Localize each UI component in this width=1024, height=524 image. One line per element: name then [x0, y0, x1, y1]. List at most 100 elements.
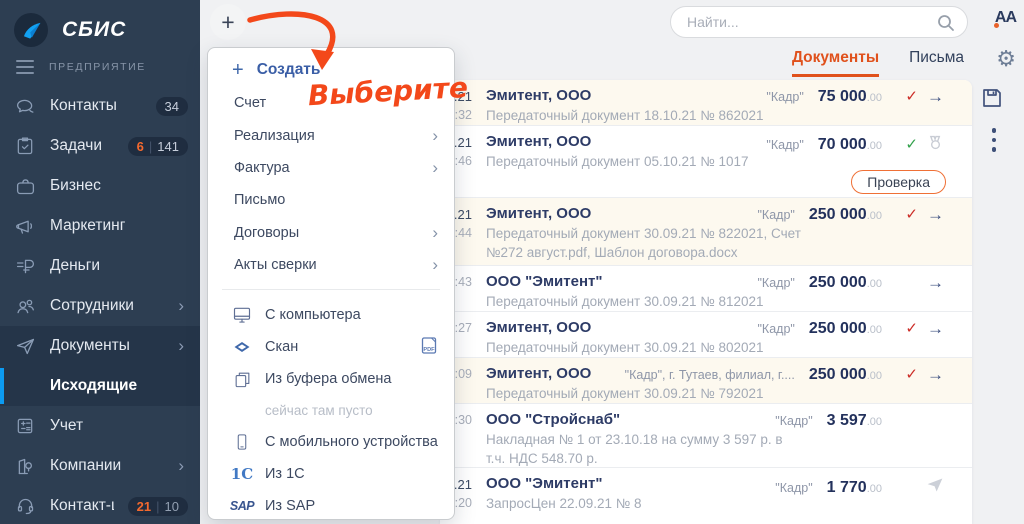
company-name: ООО "Эмитент"	[486, 273, 602, 290]
our-org-label: "Кадр"	[758, 208, 795, 222]
menu-item-from-sap[interactable]: SAP Из SAP	[208, 490, 454, 520]
amount: 75 000.00	[818, 88, 882, 106]
sidebar-item-money[interactable]: Деньги	[0, 246, 200, 286]
megaphone-icon	[14, 215, 36, 237]
company-name: Эмитент, ООО	[486, 365, 591, 382]
menu-item-letter[interactable]: Письмо	[208, 184, 454, 216]
settings-gear-icon[interactable]: ⚙	[996, 48, 1016, 70]
submenu-chevron-icon: ›	[432, 158, 438, 178]
menu-item-from-clipboard[interactable]: Из буфера обмена	[208, 363, 454, 395]
create-plus-button[interactable]: +	[210, 4, 246, 40]
menu-item-contracts[interactable]: Договоры›	[208, 217, 454, 249]
sidebar-item-contacts[interactable]: Контакты 34	[0, 86, 200, 126]
sbis-bird-icon	[14, 13, 48, 47]
sidebar-item-contact-center[interactable]: Контакт-цен 21|10	[0, 486, 200, 524]
document-row[interactable]: .21:46 Эмитент, ОООПередаточный документ…	[440, 126, 972, 198]
sidebar-item-marketing[interactable]: Маркетинг	[0, 206, 200, 246]
amount: 250 000.00	[809, 366, 882, 384]
money-icon	[14, 255, 36, 277]
open-arrow-icon[interactable]: →	[927, 207, 944, 223]
headset-icon	[14, 495, 36, 517]
submenu-chevron-icon: ›	[432, 223, 438, 243]
open-arrow-icon[interactable]: →	[927, 367, 944, 383]
app-logo[interactable]: СБИС	[0, 0, 200, 52]
open-arrow-icon[interactable]: →	[927, 275, 944, 291]
document-row[interactable]: :09 Эмитент, ОООПередаточный документ 30…	[440, 358, 972, 404]
search-input[interactable]	[685, 13, 931, 31]
sidebar-item-employees[interactable]: Сотрудники ›	[0, 286, 200, 326]
medal-icon	[927, 134, 944, 156]
document-row[interactable]: :27 Эмитент, ОООПередаточный документ 30…	[440, 312, 972, 358]
svg-text:PDF: PDF	[423, 347, 435, 353]
sidebar-item-accounting[interactable]: Учет	[0, 406, 200, 446]
document-description: Передаточный документ 30.09.21 № 802021	[486, 338, 804, 357]
scanner-icon	[230, 337, 254, 357]
document-row[interactable]: .21:32 Эмитент, ОООПередаточный документ…	[440, 80, 972, 126]
save-icon[interactable]	[980, 86, 1004, 115]
menu-item-invoice[interactable]: Счет	[208, 87, 454, 119]
document-description: ЗапросЦен 22.09.21 № 8	[486, 494, 804, 513]
sidebar-item-label: Учет	[50, 417, 188, 435]
sidebar-item-tasks[interactable]: Задачи 6|141	[0, 126, 200, 166]
menu-item-scan[interactable]: Скан PDF	[208, 331, 454, 363]
1c-logo-icon: 1С	[230, 465, 254, 483]
our-org-label: "Кадр"	[766, 90, 803, 104]
sidebar-item-label: Деньги	[50, 257, 188, 275]
sidebar-item-label: Исходящие	[50, 377, 188, 395]
our-org-label: "Кадр"	[775, 414, 812, 428]
menu-item-from-computer[interactable]: С компьютера	[208, 298, 454, 330]
hamburger-menu-icon[interactable]	[16, 60, 34, 74]
sidebar-item-companies[interactable]: Компании ›	[0, 446, 200, 486]
app-window: СБИС ПРЕДПРИЯТИЕ Контакты 34 Задачи 6|14…	[0, 0, 1024, 524]
check-red-icon: ✓	[905, 367, 918, 383]
document-description: Передаточный документ 30.09.21 № 792021	[486, 384, 804, 403]
amount: 250 000.00	[809, 206, 882, 224]
menu-item-realization[interactable]: Реализация›	[208, 119, 454, 151]
sidebar-item-label: Контакты	[50, 97, 142, 115]
open-arrow-icon[interactable]: →	[927, 321, 944, 337]
sidebar-item-documents[interactable]: Документы ›	[0, 326, 200, 366]
company-name: Эмитент, ООО	[486, 319, 591, 336]
contact-center-count-badge: 21|10	[128, 497, 188, 516]
sidebar-item-outgoing[interactable]: Исходящие	[0, 366, 200, 406]
menu-item-factura[interactable]: Фактура›	[208, 152, 454, 184]
document-description: Накладная № 1 от 23.10.18 на сумму 3 597…	[486, 430, 786, 468]
tasks-count-badge: 6|141	[128, 137, 188, 156]
chevron-right-icon: ›	[178, 336, 184, 356]
document-row[interactable]: :30 ООО "Стройснаб"Накладная № 1 от 23.1…	[440, 404, 972, 468]
menu-item-from-1c[interactable]: 1С Из 1С	[208, 458, 454, 490]
check-green-icon: ✓	[905, 137, 918, 153]
amount: 3 597.00	[827, 412, 882, 430]
menu-header-create[interactable]: + Создать	[208, 48, 454, 87]
document-row[interactable]: .21:44 Эмитент, ОООПередаточный документ…	[440, 198, 972, 266]
search-bar[interactable]	[670, 6, 968, 38]
tab-documents[interactable]: Документы	[792, 49, 879, 77]
menu-item-from-mobile[interactable]: С мобильного устройства	[208, 426, 454, 458]
open-arrow-icon[interactable]: →	[927, 89, 944, 105]
tab-letters[interactable]: Письма	[909, 49, 964, 74]
org-type-label: ПРЕДПРИЯТИЕ	[49, 61, 146, 73]
sidebar-item-label: Контакт-цен	[50, 497, 114, 515]
company-name: Эмитент, ООО	[486, 205, 591, 222]
tasks-icon	[14, 135, 36, 157]
sidebar-item-label: Задачи	[50, 137, 114, 155]
check-red-icon: ✓	[905, 321, 918, 337]
font-size-control[interactable]: АА	[995, 9, 1016, 27]
status-badge[interactable]: Проверка	[851, 170, 946, 194]
company-name: Эмитент, ООО	[486, 133, 591, 150]
document-row[interactable]: .21:20 ООО "Эмитент"ЗапросЦен 22.09.21 №…	[440, 468, 972, 524]
sidebar-item-business[interactable]: Бизнес	[0, 166, 200, 206]
more-options-icon[interactable]	[992, 128, 997, 152]
plus-icon: +	[232, 60, 244, 80]
monitor-icon	[230, 305, 254, 325]
search-icon[interactable]	[935, 12, 957, 39]
contacts-count-badge: 34	[156, 97, 188, 116]
calculator-icon	[14, 415, 36, 437]
menu-item-reconciliation[interactable]: Акты сверки›	[208, 249, 454, 281]
document-row[interactable]: :43 ООО "Эмитент"Передаточный документ 3…	[440, 266, 972, 312]
chevron-right-icon: ›	[178, 296, 184, 316]
document-description: Передаточный документ 30.09.21 № 812021	[486, 292, 804, 311]
building-pin-icon	[14, 455, 36, 477]
pdf-icon: PDF	[420, 337, 438, 357]
our-org-label: "Кадр", г. Тутаев, филиал, г....	[625, 368, 795, 382]
